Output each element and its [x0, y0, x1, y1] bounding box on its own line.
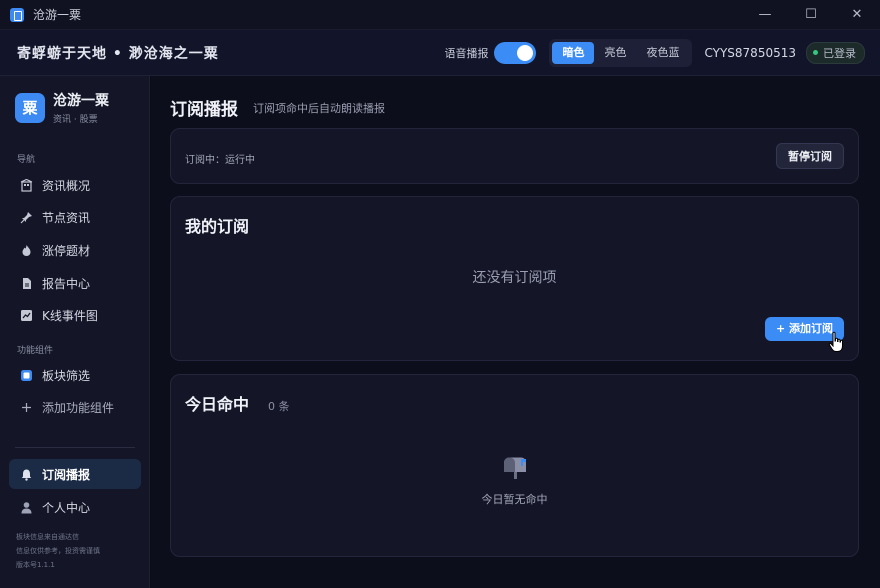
theme-night-blue-button[interactable]: 夜色蓝: [636, 42, 689, 64]
footnote-data-source: 板块信息来自通达信: [16, 533, 79, 541]
sidebar-item-node-news[interactable]: 节点资讯: [9, 202, 141, 232]
sidebar-item-add-widget[interactable]: 添加功能组件: [9, 392, 141, 422]
grid-icon: [19, 368, 33, 382]
window-titlebar: 沧游一粟 — ☐ ✕: [0, 0, 880, 30]
online-dot-icon: [813, 50, 818, 55]
sidebar-item-report-center[interactable]: 报告中心: [9, 268, 141, 298]
today-hits-card: 今日命中 0 条 今日暂无命中: [170, 374, 859, 557]
footnote-disclaimer: 信息仅供参考，投资需谨慎: [16, 547, 100, 555]
window-title: 沧游一粟: [33, 8, 82, 22]
user-icon: [19, 500, 33, 514]
sidebar-item-label: 订阅播报: [42, 467, 91, 482]
sidebar-item-label: 资讯概况: [42, 178, 91, 193]
subscription-status-text: 订阅中：运行中: [185, 155, 255, 166]
login-status-badge[interactable]: 已登录: [806, 41, 865, 64]
sidebar-item-kline-events[interactable]: K线事件图: [9, 300, 141, 330]
today-hits-count: 0 条: [268, 400, 290, 413]
subscription-status-card: 订阅中：运行中 暂停订阅: [170, 128, 859, 184]
close-button[interactable]: ✕: [834, 0, 880, 30]
sidebar-item-limit-up-themes[interactable]: 涨停题材: [9, 235, 141, 265]
header-controls: 语音播报 暗色 亮色 夜色蓝 CYYS87850513 已登录: [444, 38, 865, 67]
app-slogan: 寄蜉蝣于天地 • 渺沧海之一粟: [17, 45, 219, 62]
login-status-text: 已登录: [823, 46, 856, 60]
user-id: CYYS87850513: [704, 45, 796, 60]
main-content: 订阅播报 订阅项命中后自动朗读播报 订阅中：运行中 暂停订阅 我的订阅 还没有订…: [151, 76, 880, 588]
nav-section-label: 导航: [17, 155, 36, 165]
document-icon: [19, 276, 33, 290]
app-icon: [10, 7, 24, 22]
sidebar-item-news-overview[interactable]: 资讯概况: [9, 170, 141, 200]
today-hits-title: 今日命中: [185, 395, 250, 414]
chart-icon: [19, 308, 33, 322]
flame-icon: [19, 243, 33, 257]
my-subscriptions-title: 我的订阅: [185, 217, 250, 236]
bell-icon: [19, 467, 33, 481]
minimize-button[interactable]: —: [742, 0, 788, 30]
brand-subtitle: 资讯 · 股票: [53, 115, 98, 125]
voice-broadcast-label: 语音播报: [444, 46, 489, 60]
brand-logo: 粟: [15, 92, 45, 123]
brand-name: 沧游一粟: [53, 93, 109, 109]
page-subtitle: 订阅项命中后自动朗读播报: [253, 102, 385, 115]
page-title: 订阅播报: [170, 100, 238, 120]
sidebar-item-personal-center[interactable]: 个人中心: [9, 492, 141, 522]
sidebar-item-label: 个人中心: [42, 500, 91, 515]
today-hits-empty: 今日暂无命中: [481, 493, 548, 506]
sidebar-item-sector-filter[interactable]: 板块筛选: [9, 360, 141, 390]
building-icon: [19, 178, 33, 192]
sidebar-item-label: 添加功能组件: [42, 400, 115, 415]
sidebar: 粟 沧游一粟 资讯 · 股票 导航 资讯概况 节点资讯 涨停题材 报告中心 K线…: [0, 76, 150, 588]
voice-broadcast-toggle[interactable]: [494, 41, 537, 64]
mailbox-icon: [501, 455, 529, 479]
sidebar-item-label: K线事件图: [42, 308, 98, 323]
sidebar-item-label: 涨停题材: [42, 243, 91, 258]
footnote-version: 版本号1.1.1: [16, 561, 55, 569]
theme-light-button[interactable]: 亮色: [594, 42, 636, 64]
my-subscriptions-empty: 还没有订阅项: [472, 270, 557, 286]
theme-dark-button[interactable]: 暗色: [552, 41, 595, 64]
sidebar-item-subscription-broadcast[interactable]: 订阅播报: [9, 459, 141, 489]
theme-switcher: 暗色 亮色 夜色蓝: [549, 38, 693, 67]
toggle-knob: [517, 44, 534, 61]
pin-icon: [19, 210, 33, 224]
sidebar-item-label: 板块筛选: [42, 368, 91, 383]
pause-subscription-button[interactable]: 暂停订阅: [776, 143, 844, 169]
window-controls: — ☐ ✕: [742, 0, 880, 30]
brand: 粟 沧游一粟 资讯 · 股票: [15, 90, 109, 125]
hand-cursor-icon: [828, 331, 843, 352]
widgets-section-label: 功能组件: [17, 346, 54, 356]
plus-icon: [19, 400, 33, 414]
maximize-button[interactable]: ☐: [788, 0, 834, 30]
my-subscriptions-card: 我的订阅 还没有订阅项 + 添加订阅: [170, 196, 859, 361]
app-header: 寄蜉蝣于天地 • 渺沧海之一粟 语音播报 暗色 亮色 夜色蓝 CYYS87850…: [0, 30, 880, 76]
sidebar-item-label: 节点资讯: [42, 210, 91, 225]
sidebar-item-label: 报告中心: [42, 276, 91, 291]
sidebar-divider: [15, 447, 135, 448]
